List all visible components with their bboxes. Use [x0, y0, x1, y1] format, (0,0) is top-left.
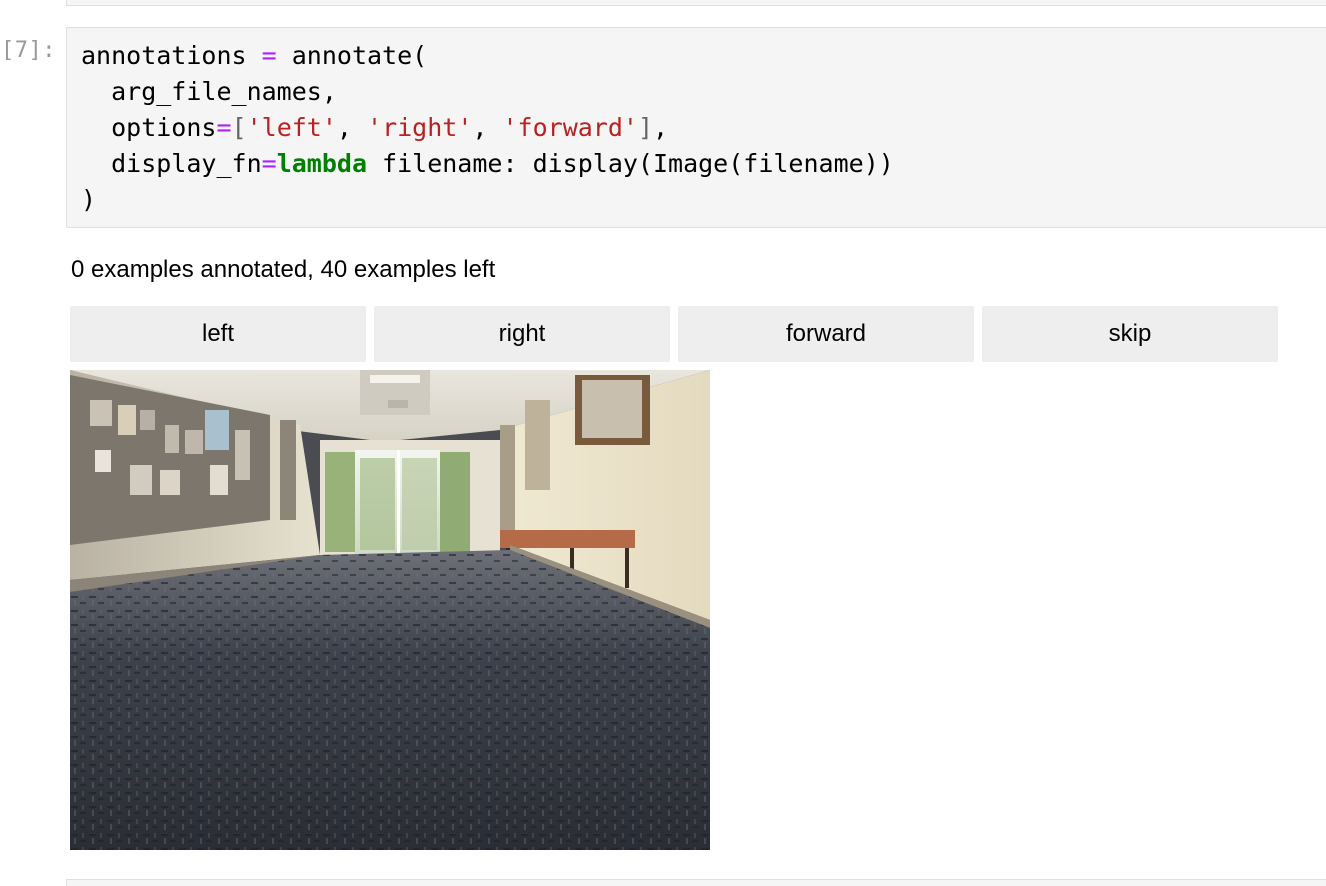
code-line: arg_file_names, — [81, 74, 894, 110]
code-token: 'forward' — [502, 113, 638, 142]
code-editor[interactable]: annotations = annotate( arg_file_names, … — [81, 38, 894, 218]
skip-button[interactable]: skip — [982, 306, 1278, 362]
code-line: annotations = annotate( — [81, 38, 894, 74]
code-token: 'left' — [246, 113, 337, 142]
code-cell-input[interactable]: annotations = annotate( arg_file_names, … — [66, 27, 1326, 228]
code-token: , — [472, 113, 503, 142]
code-token: annotate( — [276, 41, 428, 70]
code-line: ) — [81, 182, 894, 218]
code-token: [ — [231, 113, 247, 142]
code-token: display_fn — [81, 149, 262, 178]
option-right-button[interactable]: right — [374, 306, 670, 362]
code-line: options=['left', 'right', 'forward'], — [81, 110, 894, 146]
code-token: 'right' — [367, 113, 473, 142]
code-token: ] — [637, 113, 654, 142]
annotation-progress-text: 0 examples annotated, 40 examples left — [71, 256, 496, 283]
code-token: = — [261, 41, 277, 70]
option-forward-button[interactable]: forward — [678, 306, 974, 362]
code-line: display_fn=lambda filename: display(Imag… — [81, 146, 894, 182]
code-token: , — [653, 113, 669, 142]
code-token: = — [261, 149, 277, 178]
next-cell-edge[interactable] — [66, 879, 1326, 886]
code-token: arg_file_names, — [81, 77, 337, 106]
cell-prompt: [7]: — [1, 38, 56, 63]
code-token: , — [336, 113, 368, 142]
code-token: options — [81, 113, 217, 142]
option-left-button[interactable]: left — [70, 306, 366, 362]
code-token: ) — [81, 185, 97, 214]
code-token: filename: display(Image(filename)) — [367, 149, 894, 178]
code-token: = — [216, 113, 232, 142]
code-token: lambda — [276, 149, 367, 178]
previous-cell-edge[interactable] — [66, 0, 1326, 6]
code-token: annotations — [81, 41, 262, 70]
hallway-photo — [70, 370, 710, 850]
